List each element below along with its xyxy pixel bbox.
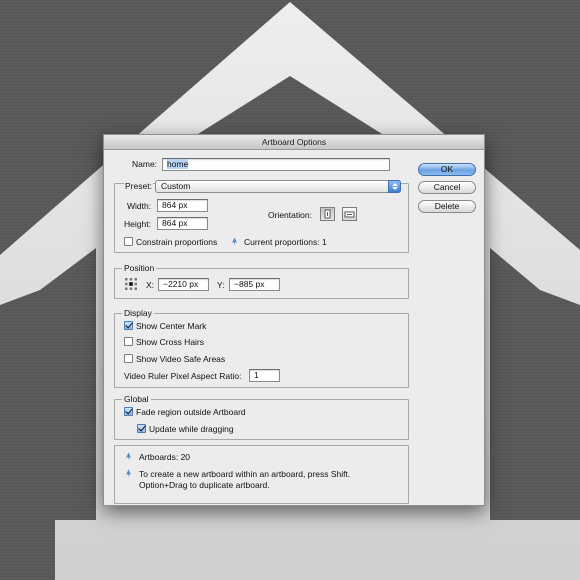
preset-value: Custom bbox=[161, 181, 191, 191]
ok-button[interactable]: OK bbox=[418, 163, 476, 176]
width-input[interactable]: 864 px bbox=[157, 199, 208, 212]
name-input[interactable]: home bbox=[162, 158, 390, 171]
pixel-aspect-ratio-input[interactable]: 1 bbox=[249, 369, 280, 382]
artboard-options-dialog: Artboard Options Name: home OK Cancel De… bbox=[103, 134, 485, 506]
update-while-dragging-label: Update while dragging bbox=[149, 424, 234, 434]
current-proportions-text: Current proportions: 1 bbox=[244, 237, 327, 247]
fade-region-checkbox[interactable] bbox=[124, 407, 133, 416]
y-label: Y: bbox=[217, 280, 225, 290]
info-icon bbox=[126, 452, 131, 461]
name-value: home bbox=[167, 159, 189, 169]
info-icon bbox=[126, 469, 131, 478]
preset-dropdown[interactable]: Custom bbox=[155, 180, 401, 193]
pixel-aspect-ratio-label: Video Ruler Pixel Aspect Ratio: bbox=[124, 371, 242, 381]
reference-point-icon[interactable] bbox=[125, 278, 137, 290]
hint-text-line2: Option+Drag to duplicate artboard. bbox=[139, 480, 270, 490]
width-label: Width: bbox=[127, 201, 152, 211]
update-while-dragging-checkbox[interactable] bbox=[137, 424, 146, 433]
dialog-title[interactable]: Artboard Options bbox=[104, 135, 484, 150]
height-input[interactable]: 864 px bbox=[157, 217, 208, 230]
orientation-label: Orientation: bbox=[268, 210, 312, 220]
artboards-count: Artboards: 20 bbox=[139, 452, 191, 462]
preset-label: Preset: bbox=[124, 180, 153, 192]
delete-button[interactable]: Delete bbox=[418, 200, 476, 213]
x-input[interactable]: −2210 px bbox=[158, 278, 209, 291]
height-label: Height: bbox=[124, 219, 151, 229]
show-cross-hairs-checkbox[interactable] bbox=[124, 337, 133, 346]
show-video-safe-areas-label: Show Video Safe Areas bbox=[136, 354, 226, 364]
x-label: X: bbox=[146, 280, 155, 290]
constrain-proportions-label: Constrain proportions bbox=[136, 237, 218, 247]
show-center-mark-checkbox[interactable] bbox=[124, 321, 133, 330]
info-icon bbox=[232, 237, 237, 246]
display-title: Display bbox=[122, 308, 154, 318]
cancel-button[interactable]: Cancel bbox=[418, 181, 476, 194]
landscape-icon[interactable] bbox=[342, 207, 357, 221]
portrait-icon[interactable] bbox=[320, 207, 335, 221]
fade-region-label: Fade region outside Artboard bbox=[136, 407, 246, 417]
y-input[interactable]: −885 px bbox=[229, 278, 280, 291]
name-label: Name: bbox=[132, 159, 158, 169]
show-video-safe-areas-checkbox[interactable] bbox=[124, 354, 133, 363]
dropdown-arrows-icon bbox=[388, 180, 401, 193]
constrain-proportions-checkbox[interactable] bbox=[124, 237, 133, 246]
global-title: Global bbox=[122, 394, 151, 404]
show-cross-hairs-label: Show Cross Hairs bbox=[136, 337, 205, 347]
show-center-mark-label: Show Center Mark bbox=[136, 321, 207, 331]
position-title: Position bbox=[122, 263, 157, 273]
